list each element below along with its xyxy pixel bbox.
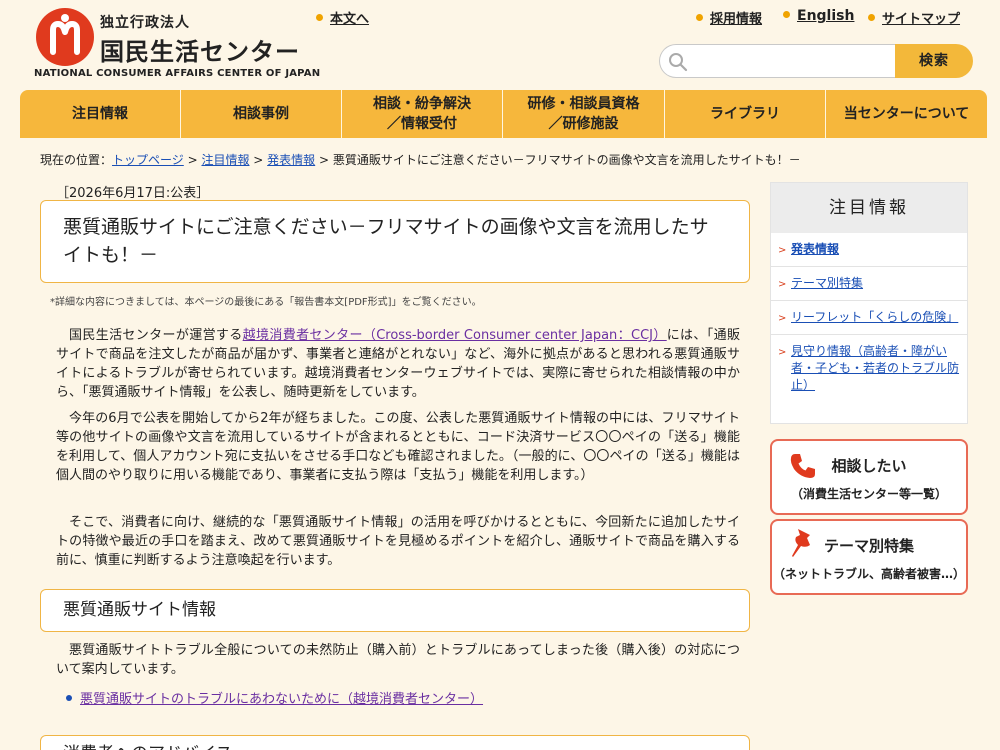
section-heading-site-info: 悪質通販サイト情報	[40, 589, 750, 632]
sitemap-link[interactable]: サイトマップ	[868, 8, 960, 27]
logo-title: 国民生活センター	[100, 38, 300, 66]
arrow-right-icon: >	[778, 245, 787, 256]
nav-item-library[interactable]: ライブラリ	[665, 90, 826, 138]
breadcrumb-separator: >	[315, 153, 333, 167]
logo-english-name: NATIONAL CONSUMER AFFAIRS CENTER OF JAPA…	[34, 68, 321, 79]
body-paragraph-3: そこで、消費者に向け、継続的な「悪質通販サイト情報」の活用を呼びかけるとともに、…	[56, 515, 740, 568]
arrow-right-icon: >	[778, 279, 787, 290]
sidebar-item-leaflet[interactable]: > リーフレット「くらしの危険」	[771, 301, 967, 335]
consultation-button-sublabel: （消費生活センター等一覧）	[790, 487, 947, 501]
body-paragraph-2: 今年の6月で公表を開始してから2年が経ちました。この度、公表した悪質通販サイト情…	[56, 411, 740, 483]
trouble-prevention-link[interactable]: 悪質通販サイトのトラブルにあわないために（越境消費者センター）	[80, 692, 483, 707]
sidebar-item-label[interactable]: テーマ別特集	[791, 276, 863, 290]
nav-item-label: 相談・紛争解決	[373, 96, 471, 112]
intro-text-before: 国民生活センターが運営する	[69, 328, 243, 343]
breadcrumb-link-top[interactable]: トップページ	[112, 153, 184, 167]
english-label: English	[797, 8, 855, 24]
sidebar-menu: 注目情報 > 発表情報 > テーマ別特集 > リーフレット「くらしの危険」 > 見守り情…	[770, 182, 968, 424]
search-button[interactable]: 検索	[895, 44, 973, 78]
nav-item-label-line2: ／研修施設	[548, 116, 619, 132]
consultation-button-label: 相談したい	[831, 457, 907, 475]
nav-item-kenshu[interactable]: 研修・相談員資格 ／研修施設	[503, 90, 665, 138]
skip-to-content-label: 本文へ	[330, 12, 370, 27]
nav-item-label: 研修・相談員資格	[527, 96, 640, 112]
recruit-label: 採用情報	[710, 12, 763, 27]
nav-item-soudan-jirei[interactable]: 相談事例	[181, 90, 342, 138]
site-logo[interactable]: 独立行政法人 国民生活センター NATIONAL CONSUMER AFFAIR…	[34, 8, 320, 80]
section-paragraph: 悪質通販サイトトラブル全般についての未然防止（購入前）とトラブルにあってしまった…	[56, 643, 740, 677]
arrow-right-icon: >	[778, 347, 787, 358]
sidebar-heading: 注目情報	[771, 183, 967, 233]
sidebar-item-theme[interactable]: > テーマ別特集	[771, 267, 967, 301]
search-input[interactable]	[659, 44, 895, 78]
bullet-dot-icon	[868, 14, 875, 21]
english-link[interactable]: English	[783, 8, 854, 24]
breadcrumb-current: 悪質通販サイトにご注意ください－フリマサイトの画像や文言を流用したサイトも！－	[332, 153, 801, 167]
logo-subtitle: 独立行政法人	[100, 15, 190, 31]
arrow-right-icon: >	[778, 313, 787, 324]
theme-feature-button-sublabel: （ネットトラブル、高齢者被害…）	[772, 567, 965, 581]
logo-mark-icon	[36, 8, 94, 66]
intro-paragraph: 国民生活センターが運営する越境消費者センター（Cross-border Cons…	[56, 326, 740, 402]
nav-item-funso-kaiketsu[interactable]: 相談・紛争解決 ／情報受付	[342, 90, 503, 138]
sidebar-item-label[interactable]: リーフレット「くらしの危険」	[791, 310, 958, 324]
nav-item-label: 当センターについて	[843, 106, 970, 122]
bullet-dot-icon	[696, 14, 703, 21]
nav-item-label: 相談事例	[233, 106, 289, 122]
bullet-dot-icon	[316, 14, 323, 21]
bullet-dot-icon	[783, 10, 790, 18]
theme-feature-button-label: テーマ別特集	[823, 537, 914, 555]
sidebar-item-happyo[interactable]: > 発表情報	[771, 233, 967, 267]
bullet-dot-icon	[66, 694, 72, 701]
sitemap-label: サイトマップ	[882, 12, 961, 27]
theme-feature-button[interactable]: テーマ別特集 （ネットトラブル、高齢者被害…）	[770, 519, 968, 595]
nav-item-label: ライブラリ	[710, 106, 780, 122]
skip-to-content-link[interactable]: 本文へ	[316, 8, 369, 27]
breadcrumb-separator: >	[183, 153, 202, 167]
global-nav: 注目情報 相談事例 相談・紛争解決 ／情報受付 研修・相談員資格 ／研修施設 ライブ…	[20, 90, 987, 138]
nav-item-label: 注目情報	[72, 106, 128, 122]
breadcrumb-link-happyo[interactable]: 発表情報	[267, 153, 315, 167]
breadcrumb: 現在の位置：トップページ > 注目情報 > 発表情報 > 悪質通販サイトにご注意…	[40, 151, 801, 168]
breadcrumb-link-chumoku[interactable]: 注目情報	[201, 153, 249, 167]
page-title: 悪質通販サイトにご注意ください－フリマサイトの画像や文言を流用したサイトも！－	[40, 200, 750, 283]
nav-item-label-line2: ／情報受付	[387, 116, 457, 132]
consultation-button[interactable]: 相談したい （消費生活センター等一覧）	[770, 439, 968, 515]
nav-item-chumoku[interactable]: 注目情報	[20, 90, 181, 138]
ccj-link[interactable]: 越境消費者センター（Cross-border Consumer center J…	[243, 328, 667, 343]
nav-item-about[interactable]: 当センターについて	[826, 90, 987, 138]
breadcrumb-prefix: 現在の位置：	[40, 153, 113, 167]
sidebar-item-label[interactable]: 発表情報	[791, 242, 839, 256]
search-icon	[669, 53, 688, 72]
section-heading-advice: 消費者へのアドバイス	[40, 735, 750, 750]
list-item: 悪質通販サイトのトラブルにあわないために（越境消費者センター）	[66, 688, 483, 707]
recruit-link[interactable]: 採用情報	[696, 8, 762, 27]
sidebar-item-label[interactable]: 見守り情報（高齢者・障がい者・子ども・若者のトラブル防止）	[791, 344, 959, 392]
breadcrumb-separator: >	[249, 153, 268, 167]
site-header: 独立行政法人 国民生活センター NATIONAL CONSUMER AFFAIR…	[0, 0, 1000, 90]
publish-date: ［2026年6月17日:公表］	[56, 186, 210, 201]
detail-note: *詳細な内容につきましては、本ページの最後にある「報告書本文[PDF形式]」をご…	[50, 297, 482, 308]
sidebar-item-mimamori[interactable]: > 見守り情報（高齢者・障がい者・子ども・若者のトラブル防止）	[771, 335, 967, 402]
